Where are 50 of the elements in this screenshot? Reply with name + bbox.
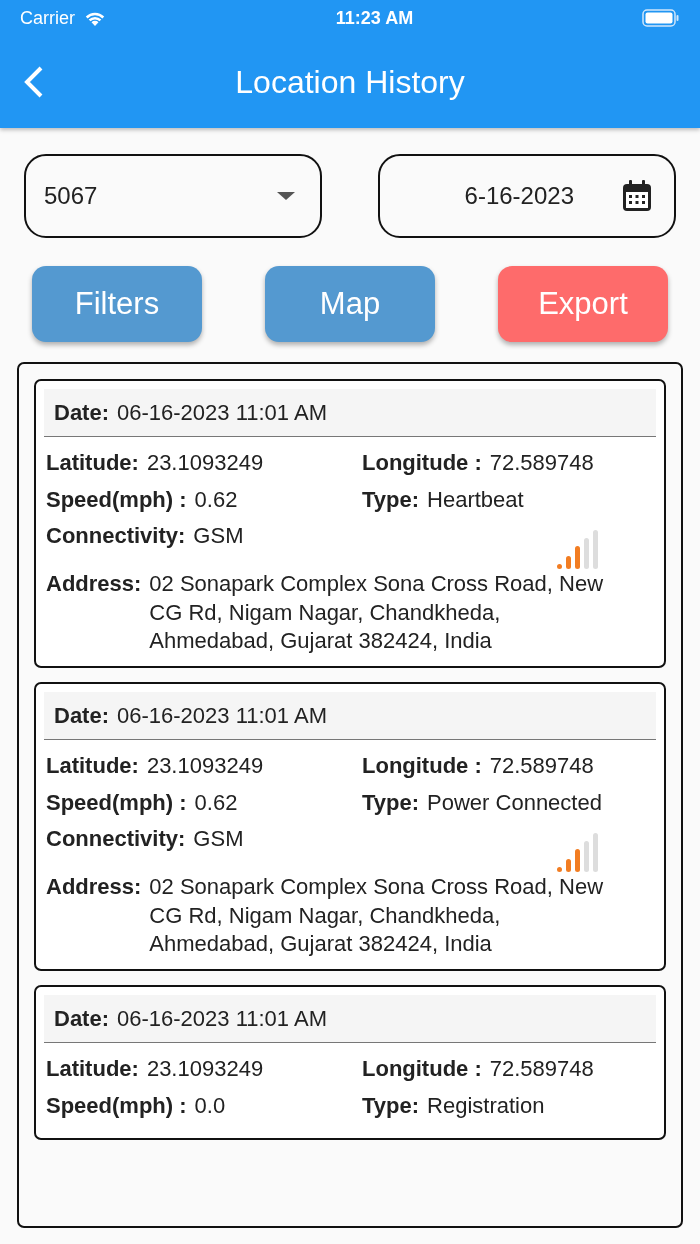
field-label: Type: bbox=[362, 485, 420, 514]
field-value: 0.62 bbox=[194, 788, 238, 817]
field-value: Registration bbox=[427, 1091, 545, 1120]
field-label: Connectivity: bbox=[46, 522, 186, 551]
field-value: 06-16-2023 11:01 AM bbox=[117, 399, 327, 427]
field-value: 23.1093249 bbox=[146, 751, 264, 780]
field-label: Type: bbox=[362, 1091, 420, 1120]
field-value: GSM bbox=[193, 522, 244, 551]
address-value: 02 Sonapark Complex Sona Cross Road, New CG Rd, Nigam Nagar, Chandkheda, Ahmedabad, Gujarat 382424, India bbox=[149, 873, 605, 959]
field-label: Latitude: bbox=[46, 1054, 139, 1083]
field-label: Longitude : bbox=[362, 751, 482, 780]
field-value: 23.1093249 bbox=[146, 1054, 264, 1083]
dropdown-caret-icon bbox=[276, 191, 296, 201]
field-label: Connectivity: bbox=[46, 825, 186, 854]
date-picker-field[interactable]: 6-16-2023 bbox=[378, 154, 676, 238]
field-value: 06-16-2023 11:01 AM bbox=[117, 1004, 327, 1033]
page-title: Location History bbox=[234, 63, 466, 102]
field-label: Date: bbox=[54, 399, 109, 427]
field-value: 0.62 bbox=[194, 485, 238, 514]
action-button[interactable]: Filters bbox=[32, 266, 202, 342]
field-label: Longitude : bbox=[362, 1054, 482, 1083]
action-button[interactable]: Export bbox=[498, 266, 668, 342]
field-label: Latitude: bbox=[46, 751, 139, 780]
field-label: Latitude: bbox=[46, 449, 139, 477]
field-value: Heartbeat bbox=[427, 485, 524, 514]
field-label: Date: bbox=[54, 701, 109, 730]
device-dropdown[interactable]: 5067 bbox=[24, 154, 322, 238]
field-value: GSM bbox=[193, 825, 244, 854]
field-label: Address: bbox=[46, 873, 142, 902]
field-label: Address: bbox=[46, 570, 142, 599]
carrier-text: Carrier bbox=[20, 6, 75, 30]
back-icon[interactable] bbox=[22, 65, 44, 99]
field-value: 23.1093249 bbox=[146, 449, 264, 477]
field-value: Power Connected bbox=[427, 788, 602, 817]
field-value: 72.589748 bbox=[489, 1054, 594, 1083]
field-label: Speed(mph) : bbox=[46, 1091, 187, 1120]
clock-text: 11:23 AM bbox=[335, 6, 414, 30]
field-value: 0.0 bbox=[194, 1091, 226, 1120]
field-value: 06-16-2023 11:01 AM bbox=[117, 701, 327, 730]
address-value: 02 Sonapark Complex Sona Cross Road, New CG Rd, Nigam Nagar, Chandkheda, Ahmedabad, Gujarat 382424, India bbox=[149, 570, 605, 656]
field-label: Date: bbox=[54, 1004, 109, 1033]
field-value: 72.589748 bbox=[489, 751, 594, 780]
field-label: Type: bbox=[362, 788, 420, 817]
field-label: Speed(mph) : bbox=[46, 485, 187, 514]
field-label: Longitude : bbox=[362, 449, 482, 477]
calendar-icon[interactable] bbox=[622, 180, 652, 212]
action-button[interactable]: Map bbox=[265, 266, 435, 342]
field-label: Speed(mph) : bbox=[46, 788, 187, 817]
battery-icon bbox=[642, 9, 680, 27]
field-value: 72.589748 bbox=[489, 449, 594, 477]
